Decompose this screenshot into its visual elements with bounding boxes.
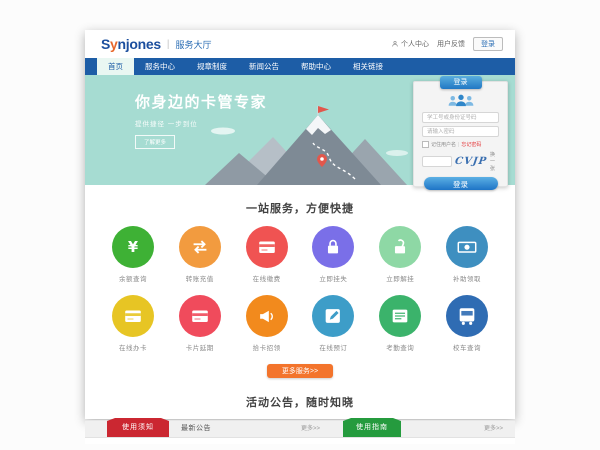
login-panel: 登录 记住用户名 | 忘记密码: [413, 81, 508, 187]
captcha-input[interactable]: [422, 156, 452, 167]
service-label: 转账充值: [172, 273, 228, 283]
bank-card-icon: [179, 295, 221, 337]
service-label: 立即解挂: [372, 273, 428, 283]
password-input[interactable]: [422, 126, 499, 137]
service-report-loss[interactable]: 立即挂失: [305, 226, 361, 283]
content-cutoff-area: [85, 438, 515, 444]
edit-icon: [312, 295, 354, 337]
nav-item-service-center[interactable]: 服务中心: [134, 58, 186, 75]
service-attendance-query[interactable]: 考勤查询: [372, 295, 428, 352]
service-label: 校车查询: [439, 342, 495, 352]
main-nav: 首页服务中心规章制度新闻公告帮助中心相关链接: [85, 58, 515, 75]
logo-text: Synjones: [101, 36, 161, 52]
service-label: 拾卡招领: [239, 342, 295, 352]
remember-row: 记住用户名 | 忘记密码: [422, 141, 499, 148]
service-label: 在线预订: [305, 342, 361, 352]
service-online-card-apply[interactable]: 在线办卡: [105, 295, 161, 352]
announcements-heading: 活动公告，随时知晓: [85, 394, 515, 410]
bus-icon: [446, 295, 488, 337]
services-row-2: 在线办卡 卡片延期 拾卡招领在线预订 考勤查询 校车查询: [85, 295, 515, 352]
header: Synjones | 服务大厅 个人中心 用户反馈 登录: [85, 30, 515, 58]
attendance-icon: [379, 295, 421, 337]
bank-card-icon: [112, 295, 154, 337]
tab-user-guide[interactable]: 使用指南: [343, 418, 401, 437]
remember-label: 记住用户名: [431, 141, 456, 148]
transfer-icon: [179, 226, 221, 268]
megaphone-icon: [246, 295, 288, 337]
hero-text: 你身边的卡管专家 提供捷径 一步到位 了解更多: [135, 91, 267, 149]
banknote-icon: [446, 226, 488, 268]
service-school-bus-query[interactable]: 校车查询: [439, 295, 495, 352]
hero-title: 你身边的卡管专家: [135, 91, 267, 112]
nav-item-home[interactable]: 首页: [97, 58, 134, 75]
user-feedback-link[interactable]: 用户反馈: [437, 39, 465, 49]
service-unfreeze-card[interactable]: 立即解挂: [372, 226, 428, 283]
service-label: 余额查询: [105, 273, 161, 283]
more-services-button[interactable]: 更多服务>>: [267, 364, 333, 378]
remember-checkbox[interactable]: [422, 141, 429, 148]
service-label: 在线缴费: [239, 273, 295, 283]
login-submit-button[interactable]: 登录: [424, 177, 498, 190]
personal-center-link[interactable]: 个人中心: [391, 39, 429, 49]
service-label: 卡片延期: [172, 342, 228, 352]
service-online-booking[interactable]: 在线预订: [305, 295, 361, 352]
service-label: 在线办卡: [105, 342, 161, 352]
hero-subtitle: 提供捷径 一步到位: [135, 118, 267, 128]
service-balance-inquiry[interactable]: ¥ 余额查询: [105, 226, 161, 283]
right-more-link[interactable]: 更多>>: [484, 421, 503, 437]
service-card-claim[interactable]: 拾卡招领: [239, 295, 295, 352]
service-card-extension[interactable]: 卡片延期: [172, 295, 228, 352]
users-group-icon: [422, 93, 499, 108]
remember-divider: |: [458, 142, 459, 148]
service-transfer-recharge[interactable]: 转账充值: [172, 226, 228, 283]
service-hall-page: Synjones | 服务大厅 个人中心 用户反馈 登录 首页服务中心规章制度新…: [85, 30, 515, 419]
logo-divider: |: [167, 39, 170, 50]
header-right: 个人中心 用户反馈 登录: [391, 37, 503, 51]
services-row-1: ¥ 余额查询 转账充值 在线缴费立即挂失 立即解挂 补助领取: [85, 226, 515, 283]
service-subsidy-collect[interactable]: 补助领取: [439, 226, 495, 283]
service-label: 立即挂失: [305, 273, 361, 283]
hero-more-button[interactable]: 了解更多: [135, 135, 175, 149]
forgot-password-link[interactable]: 忘记密码: [461, 141, 481, 148]
service-label: 考勤查询: [372, 342, 428, 352]
tab-latest-announcements[interactable]: 最新公告: [181, 421, 211, 437]
service-label: 补助领取: [439, 273, 495, 283]
nav-item-rules[interactable]: 规章制度: [186, 58, 238, 75]
yen-icon: ¥: [112, 226, 154, 268]
tab-usage-notice[interactable]: 使用须知: [107, 418, 169, 437]
unlock-icon: [379, 226, 421, 268]
header-login-button[interactable]: 登录: [473, 37, 503, 51]
person-icon: [391, 40, 399, 48]
change-captcha-link[interactable]: 换一张: [490, 151, 499, 172]
announcements-tab-bar: 使用须知 最新公告 更多>> 使用指南 更多>>: [85, 420, 515, 438]
captcha-row: CVJP 换一张: [422, 151, 499, 172]
lock-icon: [312, 226, 354, 268]
logo[interactable]: Synjones | 服务大厅: [101, 36, 212, 52]
nav-item-links[interactable]: 相关链接: [342, 58, 394, 75]
hero-banner: 你身边的卡管专家 提供捷径 一步到位 了解更多: [85, 75, 515, 185]
username-input[interactable]: [422, 112, 499, 123]
captcha-image[interactable]: CVJP: [454, 156, 488, 167]
svg-text:¥: ¥: [128, 239, 139, 256]
service-online-payment[interactable]: 在线缴费: [239, 226, 295, 283]
login-body: 记住用户名 | 忘记密码 CVJP 换一张 登录: [414, 82, 507, 190]
left-more-link[interactable]: 更多>>: [301, 421, 320, 437]
login-tab[interactable]: 登录: [440, 76, 482, 89]
nav-item-help-center[interactable]: 帮助中心: [290, 58, 342, 75]
nav-item-news[interactable]: 新闻公告: [238, 58, 290, 75]
site-name: 服务大厅: [175, 38, 211, 51]
bank-card-icon: [246, 226, 288, 268]
